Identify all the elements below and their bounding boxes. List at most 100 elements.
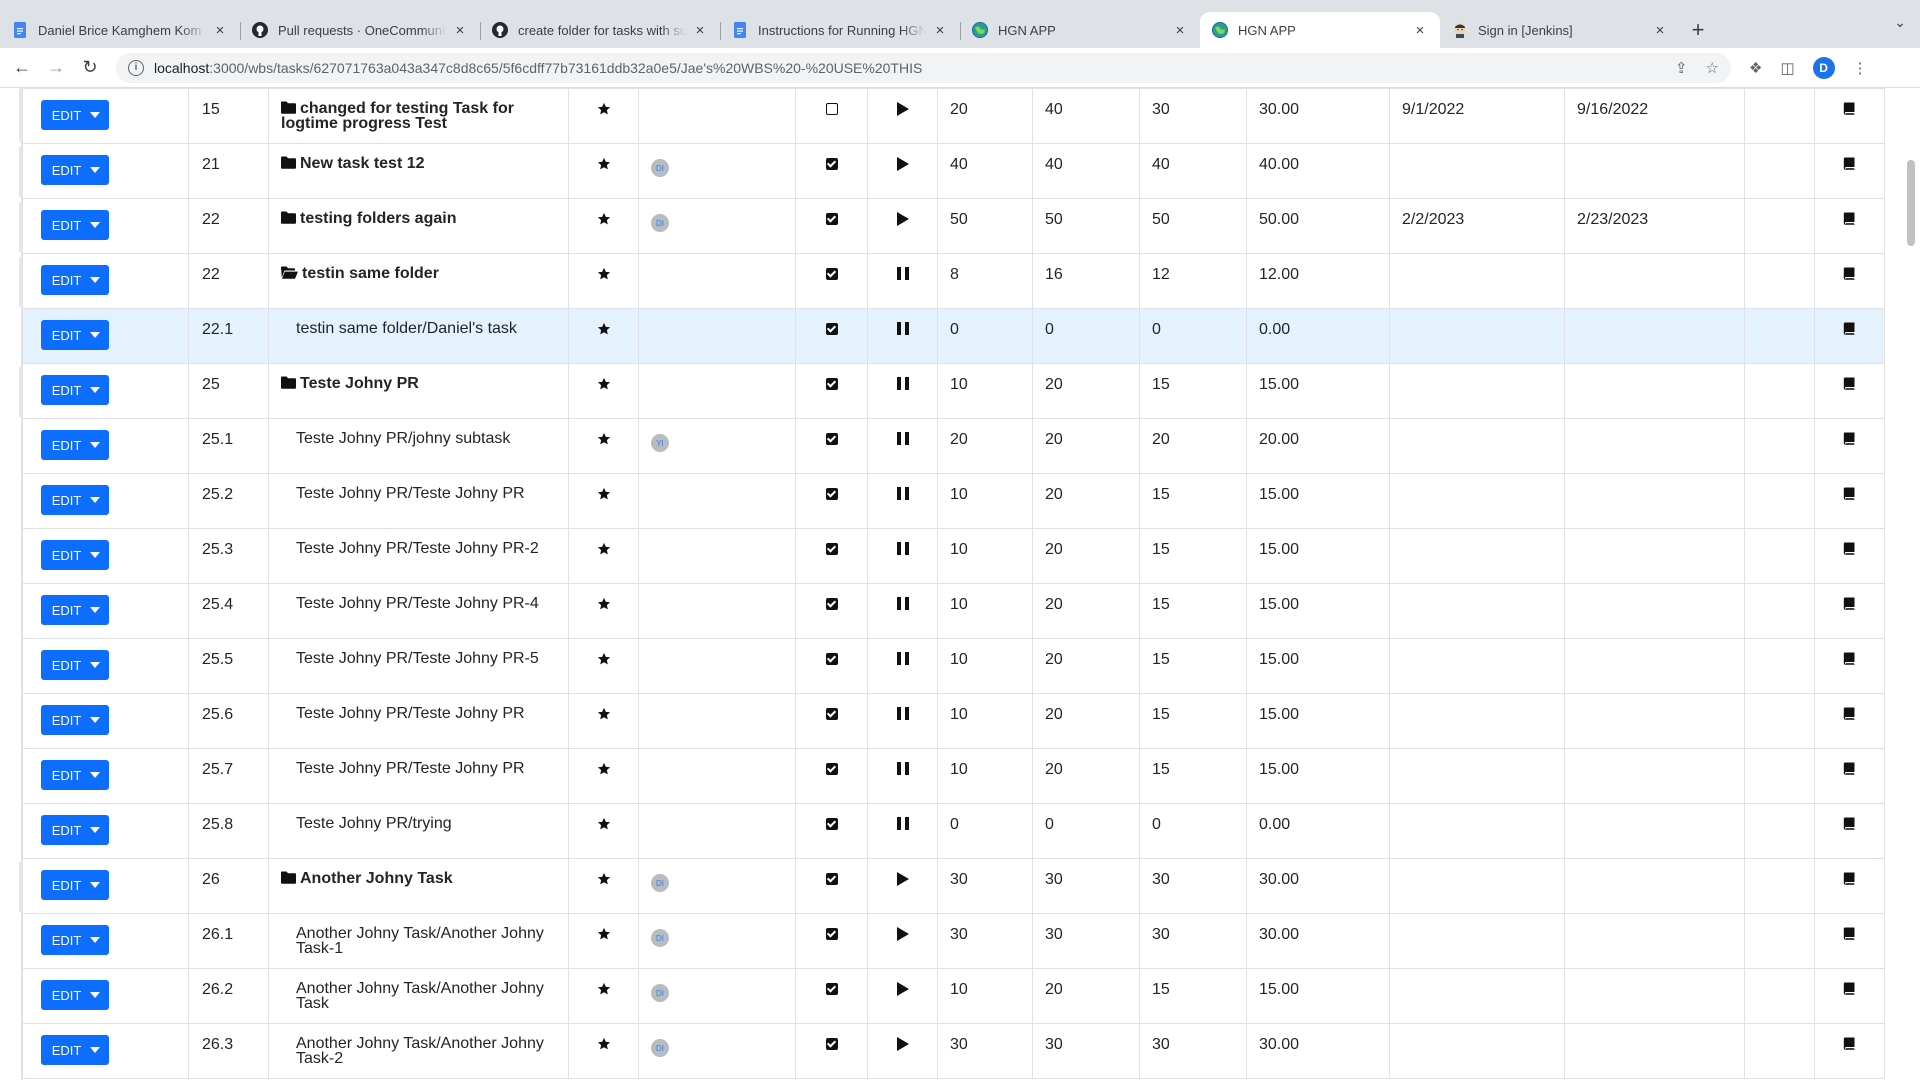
task-name-cell[interactable]: Teste Johny PR bbox=[268, 363, 569, 419]
edit-dropdown-button[interactable]: EDIT bbox=[41, 320, 109, 350]
book-icon[interactable] bbox=[1843, 322, 1856, 339]
task-name-cell[interactable]: testin same folder bbox=[268, 253, 569, 309]
book-icon[interactable] bbox=[1843, 487, 1856, 504]
resource-avatar[interactable]: YI bbox=[651, 434, 669, 452]
table-row[interactable]: EDIT 25.8 Teste Johny PR/trying 0 0 0 0.00 bbox=[22, 803, 1885, 859]
book-icon[interactable] bbox=[1843, 542, 1856, 559]
reload-icon[interactable]: ↻ bbox=[78, 56, 102, 80]
forward-icon[interactable]: → bbox=[44, 56, 68, 80]
resource-avatar[interactable]: DI bbox=[651, 874, 669, 892]
task-name-cell[interactable]: testing folders again bbox=[268, 198, 569, 254]
drag-handle[interactable] bbox=[19, 147, 22, 197]
table-row[interactable]: EDIT 25.5 Teste Johny PR/Teste Johny PR-5 1… bbox=[22, 638, 1885, 694]
book-icon[interactable] bbox=[1843, 817, 1856, 834]
task-name-cell[interactable]: New task test 12 bbox=[268, 143, 569, 199]
play-icon[interactable] bbox=[896, 872, 909, 886]
folder-icon[interactable] bbox=[281, 155, 300, 172]
profile-avatar[interactable]: D bbox=[1812, 56, 1835, 79]
checkbox-checked-icon[interactable] bbox=[825, 323, 838, 335]
play-icon[interactable] bbox=[896, 1037, 909, 1051]
task-name-cell[interactable]: Teste Johny PR/johny subtask bbox=[268, 418, 569, 474]
checkbox-unchecked-icon[interactable] bbox=[825, 103, 838, 115]
task-name-cell[interactable]: testin same folder/Daniel's task bbox=[268, 308, 569, 364]
edit-dropdown-button[interactable]: EDIT bbox=[41, 1035, 109, 1065]
pause-icon[interactable] bbox=[896, 652, 909, 665]
task-name-cell[interactable]: Teste Johny PR/trying bbox=[268, 803, 569, 859]
checkbox-checked-icon[interactable] bbox=[825, 983, 838, 995]
drag-handle[interactable] bbox=[19, 257, 22, 307]
table-row[interactable]: EDIT 22 testin same folder 8 16 12 12.00 bbox=[19, 253, 1885, 309]
drag-handle[interactable] bbox=[19, 202, 22, 252]
book-icon[interactable] bbox=[1843, 707, 1856, 724]
task-name-cell[interactable]: Another Johny Task/Another Johny Task-1 bbox=[268, 913, 569, 969]
resource-avatar[interactable]: DI bbox=[651, 159, 669, 177]
book-icon[interactable] bbox=[1843, 872, 1856, 889]
task-name-cell[interactable]: Teste Johny PR/Teste Johny PR bbox=[268, 693, 569, 749]
pause-icon[interactable] bbox=[896, 707, 909, 720]
folder-icon[interactable] bbox=[281, 375, 300, 392]
drag-handle[interactable] bbox=[19, 367, 22, 417]
book-icon[interactable] bbox=[1843, 597, 1856, 614]
edit-dropdown-button[interactable]: EDIT bbox=[41, 210, 109, 240]
table-row[interactable]: EDIT 26.3 Another Johny Task/Another Johny… bbox=[22, 1023, 1885, 1079]
table-row[interactable]: EDIT 25.1 Teste Johny PR/johny subtask YI 20… bbox=[22, 418, 1885, 474]
edit-dropdown-button[interactable]: EDIT bbox=[41, 980, 109, 1010]
book-icon[interactable] bbox=[1843, 762, 1856, 779]
pause-icon[interactable] bbox=[896, 762, 909, 775]
book-icon[interactable] bbox=[1843, 927, 1856, 944]
edit-dropdown-button[interactable]: EDIT bbox=[41, 870, 109, 900]
pause-icon[interactable] bbox=[896, 267, 909, 280]
table-row[interactable]: EDIT 22.1 testin same folder/Daniel's task… bbox=[22, 308, 1885, 364]
pause-icon[interactable] bbox=[896, 432, 909, 445]
table-row[interactable]: EDIT 25.3 Teste Johny PR/Teste Johny PR-2 1… bbox=[22, 528, 1885, 584]
checkbox-checked-icon[interactable] bbox=[825, 708, 838, 720]
checkbox-checked-icon[interactable] bbox=[825, 543, 838, 555]
browser-tab[interactable]: Instructions for Running HGN Project × bbox=[720, 12, 960, 48]
close-tab-icon[interactable]: × bbox=[1412, 22, 1428, 39]
checkbox-checked-icon[interactable] bbox=[825, 488, 838, 500]
checkbox-checked-icon[interactable] bbox=[825, 213, 838, 225]
edit-dropdown-button[interactable]: EDIT bbox=[41, 650, 109, 680]
url-text[interactable]: localhost:3000/wbs/tasks/627071763a043a3… bbox=[154, 60, 1675, 76]
table-row[interactable]: EDIT 25.6 Teste Johny PR/Teste Johny PR 10 2… bbox=[22, 693, 1885, 749]
edit-dropdown-button[interactable]: EDIT bbox=[41, 265, 109, 295]
drag-handle[interactable] bbox=[19, 92, 22, 142]
tab-search-icon[interactable]: ⌄ bbox=[1894, 14, 1906, 31]
table-row[interactable]: EDIT 25.2 Teste Johny PR/Teste Johny PR 10 2… bbox=[22, 473, 1885, 529]
edit-dropdown-button[interactable]: EDIT bbox=[41, 760, 109, 790]
browser-menu-icon[interactable]: ⋮ bbox=[1853, 59, 1868, 77]
book-icon[interactable] bbox=[1843, 982, 1856, 999]
browser-tab[interactable]: create folder for tasks with subtasks × bbox=[480, 12, 720, 48]
checkbox-checked-icon[interactable] bbox=[825, 158, 838, 170]
browser-tab[interactable]: HGN APP × bbox=[1200, 12, 1440, 48]
edit-dropdown-button[interactable]: EDIT bbox=[41, 815, 109, 845]
edit-dropdown-button[interactable]: EDIT bbox=[41, 485, 109, 515]
checkbox-checked-icon[interactable] bbox=[825, 378, 838, 390]
edit-dropdown-button[interactable]: EDIT bbox=[41, 155, 109, 185]
pause-icon[interactable] bbox=[896, 377, 909, 390]
pause-icon[interactable] bbox=[896, 542, 909, 555]
pause-icon[interactable] bbox=[896, 817, 909, 830]
book-icon[interactable] bbox=[1843, 377, 1856, 394]
checkbox-checked-icon[interactable] bbox=[825, 818, 838, 830]
task-name-cell[interactable]: Another Johny Task/Another Johny Task-2 bbox=[268, 1023, 569, 1079]
table-row[interactable]: EDIT 15 changed for testing Task for logti… bbox=[19, 88, 1885, 144]
browser-tab[interactable]: HGN APP × bbox=[960, 12, 1200, 48]
pause-icon[interactable] bbox=[896, 322, 909, 335]
table-row[interactable]: EDIT 22 testing folders again DI 50 50 50 50.00… bbox=[19, 198, 1885, 254]
task-name-cell[interactable]: Teste Johny PR/Teste Johny PR-5 bbox=[268, 638, 569, 694]
folder-icon[interactable] bbox=[281, 870, 300, 887]
checkbox-checked-icon[interactable] bbox=[825, 928, 838, 940]
book-icon[interactable] bbox=[1843, 267, 1856, 284]
folder-open-icon[interactable] bbox=[281, 265, 302, 282]
checkbox-checked-icon[interactable] bbox=[825, 873, 838, 885]
resource-avatar[interactable]: DI bbox=[651, 1039, 669, 1057]
table-row[interactable]: EDIT 25.7 Teste Johny PR/Teste Johny PR 10 2… bbox=[22, 748, 1885, 804]
table-row[interactable]: EDIT 25.4 Teste Johny PR/Teste Johny PR-4 1… bbox=[22, 583, 1885, 639]
task-name-cell[interactable]: Teste Johny PR/Teste Johny PR-2 bbox=[268, 528, 569, 584]
table-row[interactable]: EDIT 21 New task test 12 DI 40 40 40 40.00 bbox=[19, 143, 1885, 199]
task-name-cell[interactable]: Another Johny Task bbox=[268, 858, 569, 914]
edit-dropdown-button[interactable]: EDIT bbox=[41, 705, 109, 735]
play-icon[interactable] bbox=[896, 157, 909, 171]
table-row[interactable]: EDIT 26.1 Another Johny Task/Another Johny… bbox=[22, 913, 1885, 969]
